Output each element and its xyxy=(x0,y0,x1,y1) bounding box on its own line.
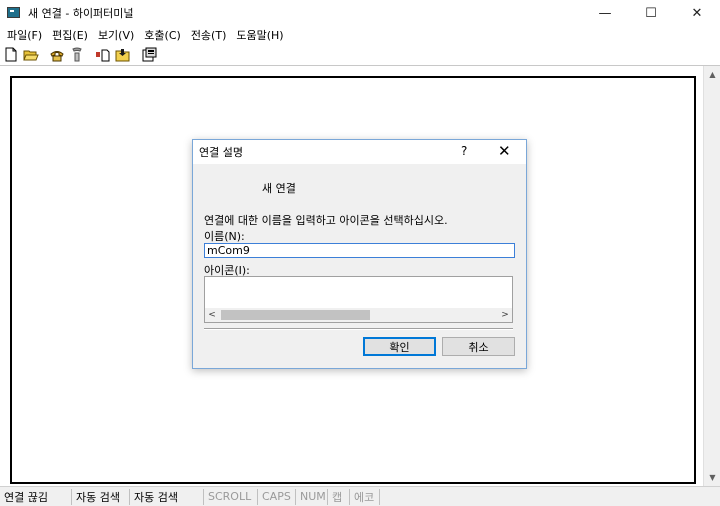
status-echo: 에코 xyxy=(350,488,380,505)
status-bar: 연결 끊김 자동 검색 자동 검색 SCROLL CAPS NUM 캡 에코 xyxy=(0,486,720,506)
dialog-heading: 새 연결 xyxy=(262,182,296,195)
title-bar: 새 연결 - 하이퍼터미널 — ☐ ✕ xyxy=(0,0,720,26)
connection-description-dialog: 연결 설명 ? ✕ 새 연결 연결에 대한 이름을 입력하고 아이콘을 선택하십… xyxy=(192,139,527,369)
hyperterminal-icon[interactable] xyxy=(6,5,22,21)
menu-call[interactable]: 호출(C) xyxy=(139,27,186,43)
maximize-button[interactable]: ☐ xyxy=(628,0,674,26)
dialog-description: 연결에 대한 이름을 입력하고 아이콘을 선택하십시오. xyxy=(204,214,448,227)
name-input[interactable] xyxy=(204,243,515,258)
help-button[interactable]: ? xyxy=(461,144,467,158)
status-caps: CAPS xyxy=(258,488,296,505)
status-capture: 캡 xyxy=(328,488,350,505)
icon-list[interactable]: < > xyxy=(204,276,513,323)
status-num: NUM xyxy=(296,488,328,505)
window-title: 새 연결 - 하이퍼터미널 xyxy=(28,7,134,20)
scroll-left-icon[interactable]: < xyxy=(205,308,219,322)
status-auto-detect-2: 자동 검색 xyxy=(130,488,204,505)
menu-help[interactable]: 도움말(H) xyxy=(231,27,288,43)
scroll-down-icon[interactable]: ▼ xyxy=(704,469,720,486)
menu-transfer[interactable]: 전송(T) xyxy=(186,27,232,43)
send-icon[interactable] xyxy=(95,47,111,63)
dialog-close-button[interactable]: ✕ xyxy=(498,142,511,160)
cancel-button[interactable]: 취소 xyxy=(442,337,515,356)
menu-edit[interactable]: 편집(E) xyxy=(47,27,93,43)
minimize-button[interactable]: — xyxy=(582,0,628,26)
scrollbar-thumb[interactable] xyxy=(221,310,370,320)
menu-bar: 파일(F) 편집(E) 보기(V) 호출(C) 전송(T) 도움말(H) xyxy=(0,26,720,44)
status-auto-detect: 자동 검색 xyxy=(72,488,130,505)
dialog-title: 연결 설명 xyxy=(199,146,243,159)
dialog-divider xyxy=(204,328,513,330)
new-file-icon[interactable] xyxy=(3,47,19,63)
scroll-up-icon[interactable]: ▲ xyxy=(704,66,720,83)
dialog-title-bar: 연결 설명 xyxy=(193,140,526,164)
receive-icon[interactable] xyxy=(115,47,131,63)
menu-file[interactable]: 파일(F) xyxy=(2,27,47,43)
toolbar xyxy=(0,44,720,66)
properties-icon[interactable] xyxy=(141,47,157,63)
vertical-scrollbar[interactable]: ▲ ▼ xyxy=(703,66,720,486)
status-scroll: SCROLL xyxy=(204,488,258,505)
status-connection: 연결 끊김 xyxy=(0,488,72,505)
name-label: 이름(N): xyxy=(204,230,245,243)
ok-button[interactable]: 확인 xyxy=(363,337,436,356)
icon-list-scrollbar[interactable]: < > xyxy=(205,308,512,322)
disconnect-icon[interactable] xyxy=(69,47,85,63)
close-button[interactable]: ✕ xyxy=(674,0,720,26)
scroll-right-icon[interactable]: > xyxy=(498,308,512,322)
open-folder-icon[interactable] xyxy=(23,47,39,63)
menu-view[interactable]: 보기(V) xyxy=(93,27,139,43)
call-icon[interactable] xyxy=(49,47,65,63)
